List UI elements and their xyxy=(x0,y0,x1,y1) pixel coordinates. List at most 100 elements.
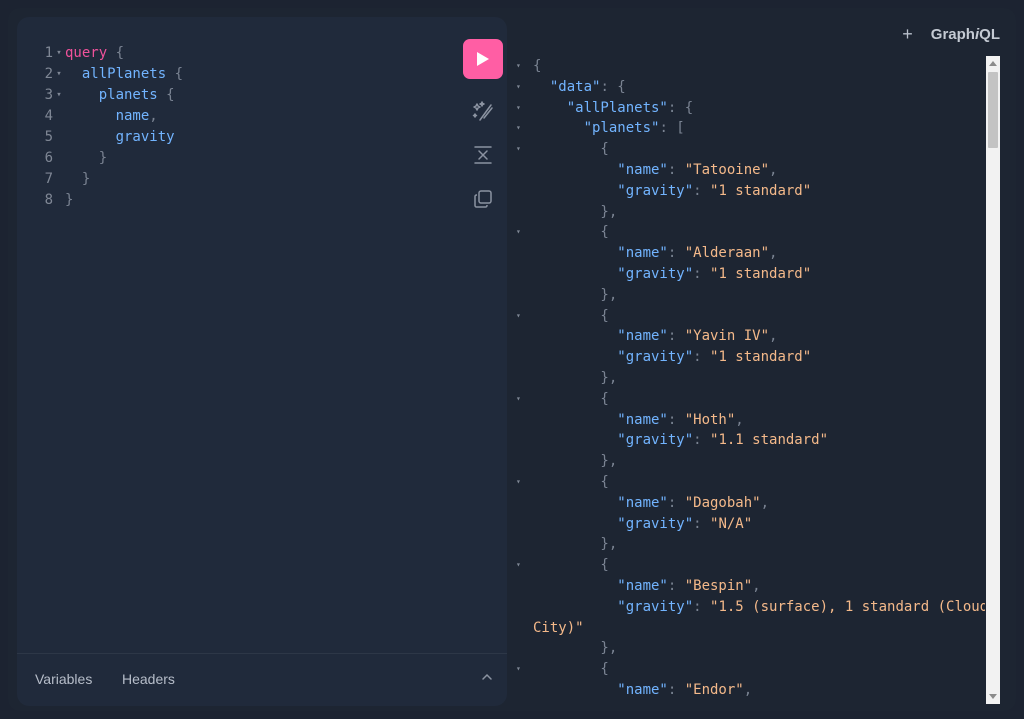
editor-tools-bar: Variables Headers xyxy=(17,653,507,706)
json-token: }, xyxy=(533,640,618,657)
fold-arrow-icon[interactable]: ▾ xyxy=(516,659,521,680)
json-token: , xyxy=(769,245,778,262)
code-token: name xyxy=(65,108,150,124)
response-line: "name": "Tatooine", xyxy=(507,160,985,181)
line-number: 1 xyxy=(44,45,53,61)
json-token: : xyxy=(667,494,685,511)
response-text: "gravity": "1.5 (surface), 1 standard (C… xyxy=(533,597,985,618)
fold-arrow-icon[interactable]: ▾ xyxy=(516,139,521,160)
query-line[interactable]: 7 } xyxy=(17,169,437,190)
session-header: + GraphiQL xyxy=(902,24,1000,45)
json-token: "Dagobah" xyxy=(684,494,761,511)
response-text: "gravity": "1 standard" xyxy=(533,181,811,202)
response-text: { xyxy=(533,389,609,410)
response-scrollbar[interactable] xyxy=(986,56,1000,704)
json-token: }, xyxy=(533,203,618,220)
json-token: City)" xyxy=(533,619,584,636)
scroll-up-arrow-icon[interactable] xyxy=(989,61,997,66)
response-text: { xyxy=(533,139,609,160)
json-token: : xyxy=(667,681,685,698)
response-text: }, xyxy=(533,368,617,389)
merge-icon xyxy=(474,146,492,164)
fold-arrow-icon[interactable]: ▾ xyxy=(516,118,521,139)
play-icon xyxy=(477,52,489,66)
response-text: "data": { xyxy=(533,77,626,98)
response-line: "gravity": "1 standard" xyxy=(507,181,985,202)
response-line: }, xyxy=(507,368,985,389)
json-token: "name" xyxy=(533,577,668,594)
json-token: "1 standard" xyxy=(710,349,812,366)
json-token: : xyxy=(693,598,711,615)
response-text: }, xyxy=(533,638,617,659)
json-token: : { xyxy=(600,78,626,95)
fold-arrow-icon[interactable]: ▾ xyxy=(516,306,521,327)
response-text: City)" xyxy=(533,618,584,639)
response-line: "name": "Dagobah", xyxy=(507,493,985,514)
fold-arrow-icon[interactable]: ▾ xyxy=(516,389,521,410)
fold-arrow-icon[interactable]: ▾ xyxy=(516,472,521,493)
json-token: "gravity" xyxy=(533,598,694,615)
add-tab-button[interactable]: + xyxy=(902,24,913,45)
json-token: "gravity" xyxy=(533,432,694,449)
json-token: "name" xyxy=(533,681,668,698)
fold-arrow-icon[interactable]: ▾ xyxy=(516,77,521,98)
response-line: "name": "Alderaan", xyxy=(507,243,985,264)
json-token: , xyxy=(743,681,753,698)
response-line: "name": "Yavin IV", xyxy=(507,326,985,347)
merge-fragments-button[interactable] xyxy=(463,143,503,167)
toggle-editor-tools-button[interactable] xyxy=(481,670,493,688)
response-text: "name": "Hoth", xyxy=(533,410,743,431)
fold-arrow-icon[interactable]: ▾ xyxy=(53,64,65,85)
scroll-down-arrow-icon[interactable] xyxy=(989,694,997,699)
fold-arrow-icon[interactable]: ▾ xyxy=(53,43,65,64)
code-token: } xyxy=(65,192,74,208)
json-token: "gravity" xyxy=(533,349,694,366)
code-token: { xyxy=(107,45,125,61)
response-text: "gravity": "1.1 standard" xyxy=(533,430,828,451)
fold-arrow-icon[interactable]: ▾ xyxy=(53,85,65,106)
json-token: "planets" xyxy=(533,120,660,137)
query-editor[interactable]: 1 ▾ query {2 ▾ allPlanets {3 ▾ planets {4 na… xyxy=(17,43,437,211)
json-token: "data" xyxy=(533,78,601,95)
response-line: City)" xyxy=(507,618,985,639)
query-line[interactable]: 1 ▾ query { xyxy=(17,43,437,64)
copy-query-button[interactable] xyxy=(463,187,503,211)
response-line: "gravity": "N/A" xyxy=(507,514,985,535)
query-line[interactable]: 4 name, xyxy=(17,106,437,127)
response-viewer[interactable]: ▾{▾ "data": {▾ "allPlanets": {▾ "planets… xyxy=(507,56,985,700)
response-text: }, xyxy=(533,202,617,223)
tab-variables[interactable]: Variables xyxy=(35,671,92,687)
response-line: ▾ { xyxy=(507,659,985,680)
run-query-button[interactable] xyxy=(463,39,503,79)
logo-prefix: Graph xyxy=(930,26,975,43)
fold-arrow-icon[interactable]: ▾ xyxy=(516,222,521,243)
response-line: ▾ { xyxy=(507,472,985,493)
prettify-button[interactable] xyxy=(463,99,503,123)
query-line[interactable]: 3 ▾ planets { xyxy=(17,85,437,106)
json-token: "gravity" xyxy=(533,515,694,532)
fold-arrow-icon[interactable]: ▾ xyxy=(516,555,521,576)
graphiql-logo[interactable]: GraphiQL xyxy=(931,26,1000,43)
json-token: { xyxy=(533,58,542,74)
query-line[interactable]: 6 } xyxy=(17,148,437,169)
tab-headers[interactable]: Headers xyxy=(122,671,175,687)
query-line[interactable]: 5 gravity xyxy=(17,127,437,148)
scrollbar-thumb[interactable] xyxy=(988,72,998,148)
response-line: ▾{ xyxy=(507,56,985,77)
magic-wand-icon xyxy=(472,101,493,121)
response-text: "gravity": "1 standard" xyxy=(533,264,811,285)
json-token: }, xyxy=(533,453,618,470)
response-text: "planets": [ xyxy=(533,118,685,139)
json-token: { xyxy=(533,141,609,158)
query-line[interactable]: 2 ▾ allPlanets { xyxy=(17,64,437,85)
fold-arrow-icon[interactable]: ▾ xyxy=(516,56,521,77)
json-token: : xyxy=(693,265,711,282)
query-line[interactable]: 8} xyxy=(17,190,437,211)
json-token: "1 standard" xyxy=(710,265,812,282)
fold-arrow-icon[interactable]: ▾ xyxy=(516,98,521,119)
response-line: "name": "Bespin", xyxy=(507,576,985,597)
response-text: "gravity": "1 standard" xyxy=(533,347,811,368)
json-token: { xyxy=(533,390,609,407)
response-line: "gravity": "1.1 standard" xyxy=(507,430,985,451)
json-token: : xyxy=(667,411,685,428)
